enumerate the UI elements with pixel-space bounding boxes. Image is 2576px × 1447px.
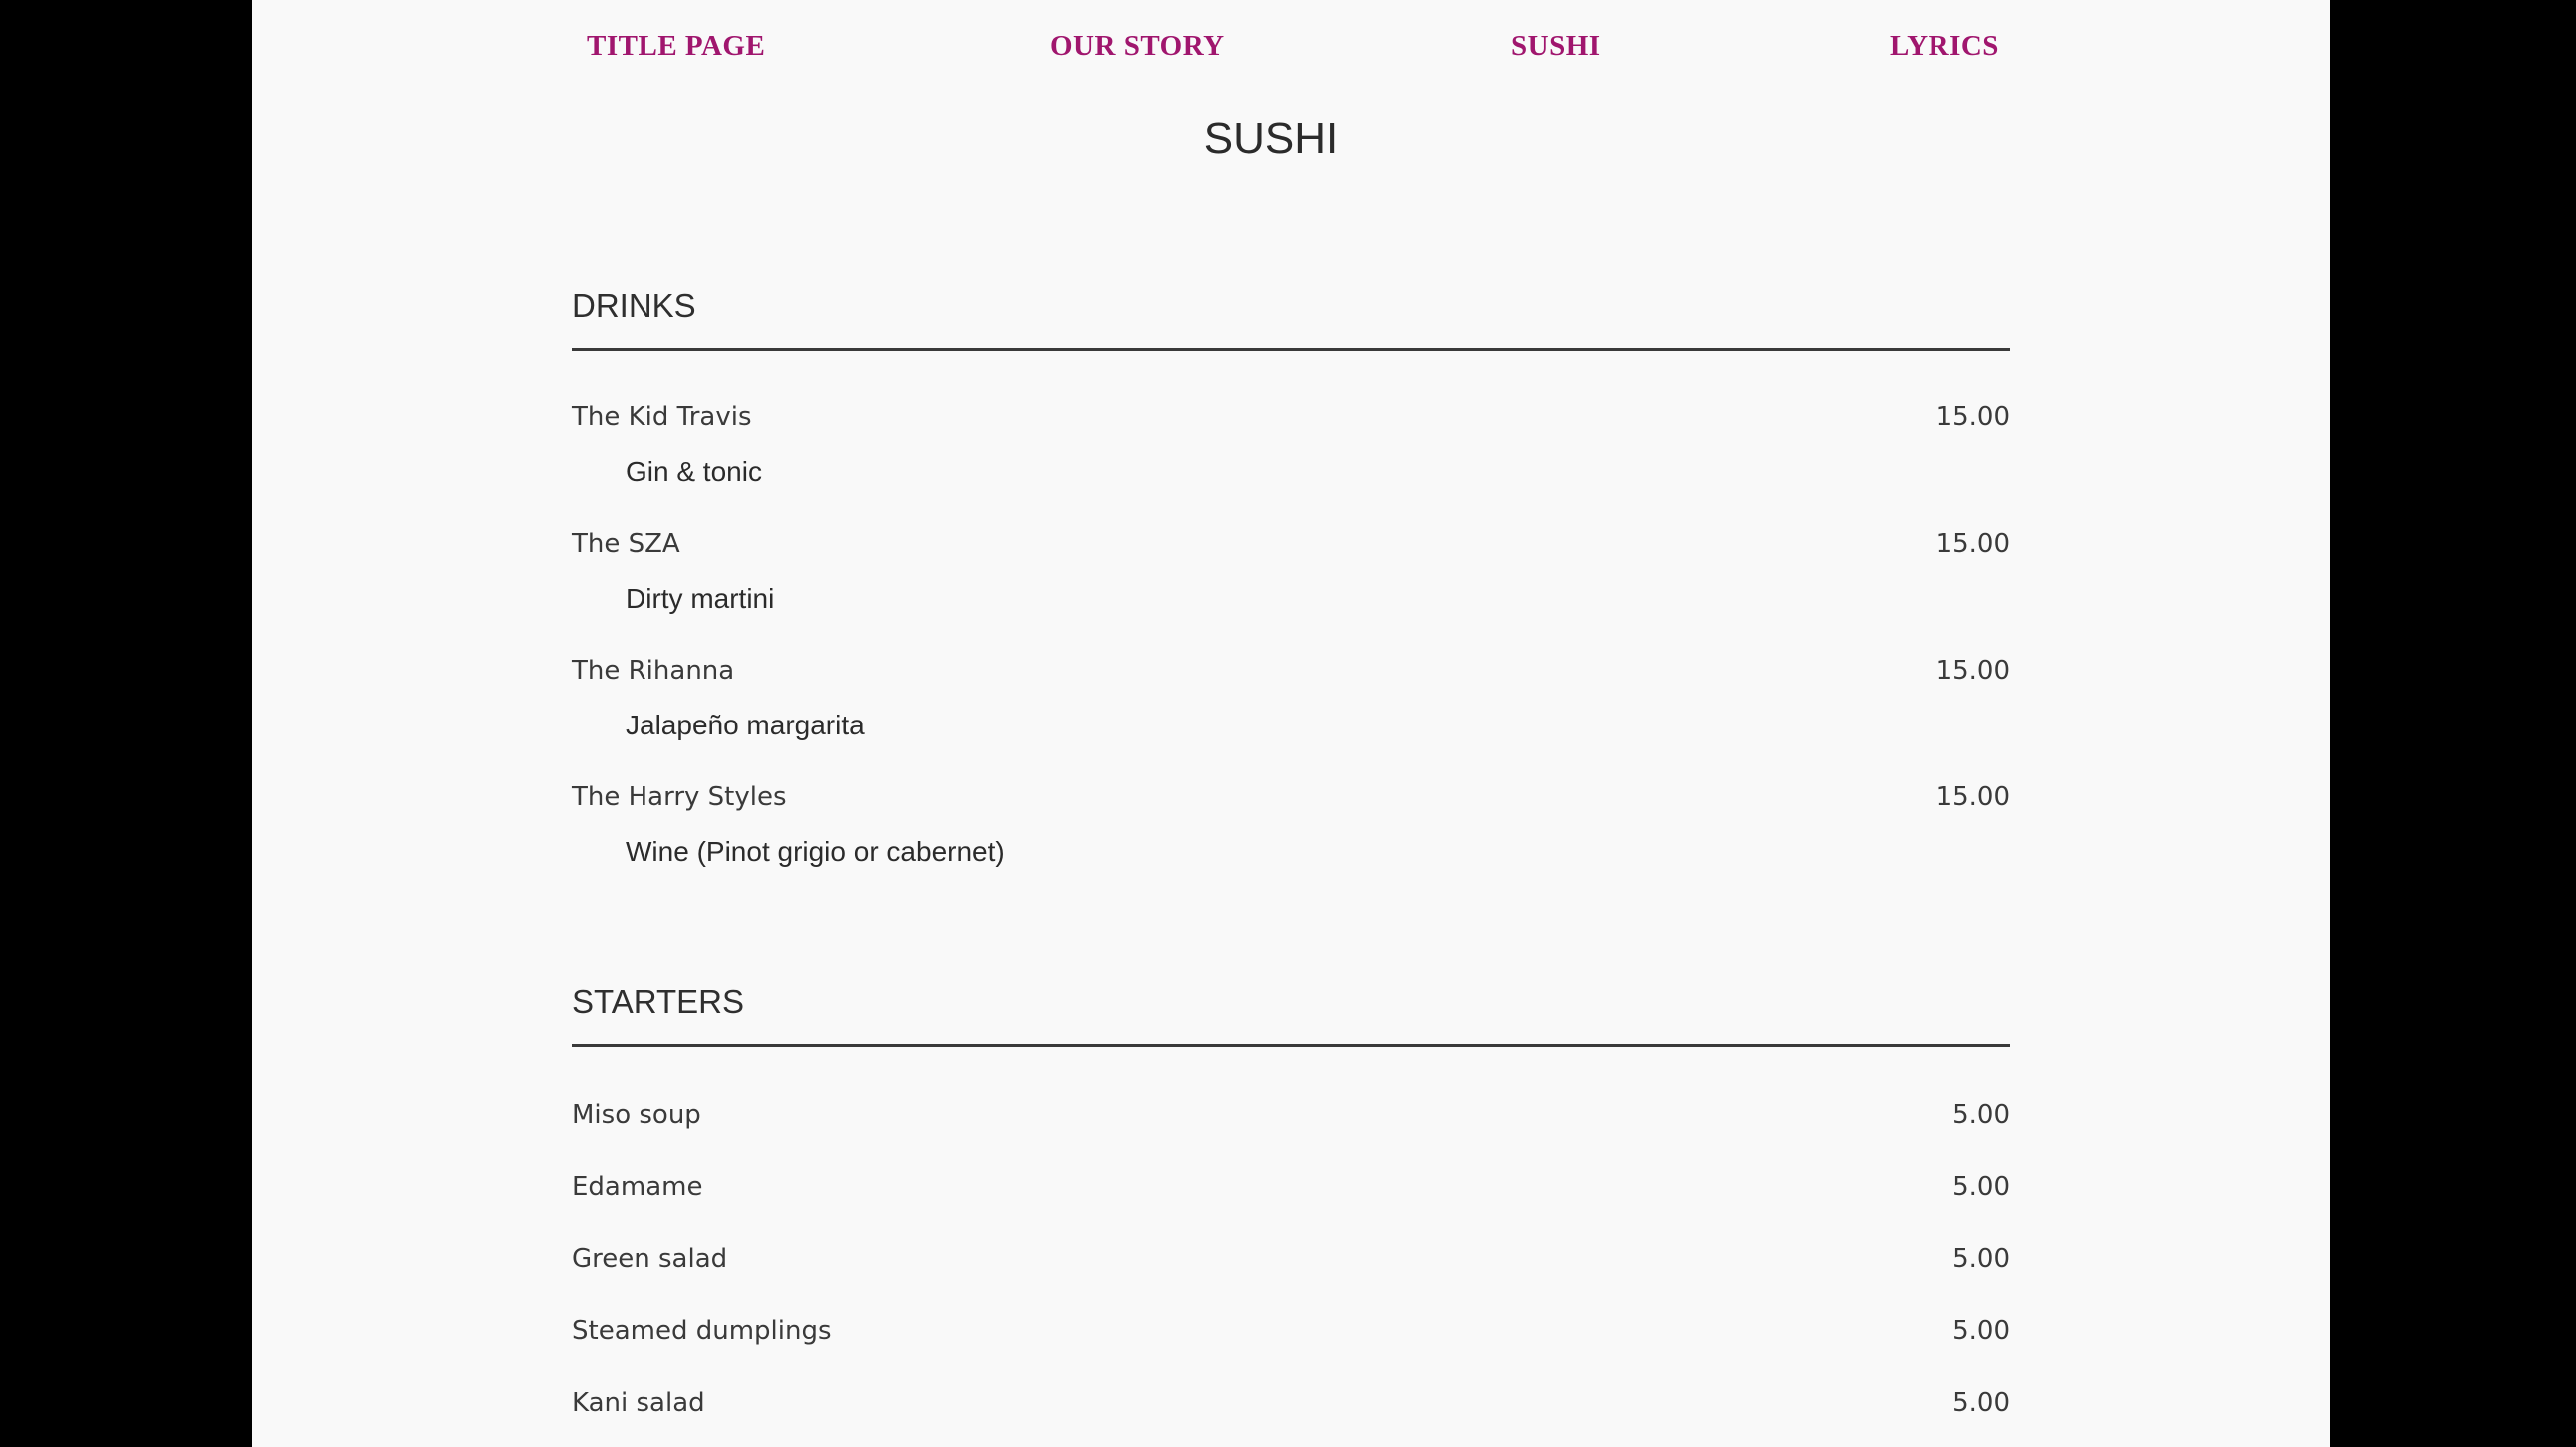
menu-item-row: Edamame 5.00 bbox=[572, 1167, 2010, 1207]
menu-item-name: Steamed dumplings bbox=[572, 1316, 832, 1346]
starters-section: STARTERS Miso soup 5.00 Edamame 5.00 Gre… bbox=[572, 982, 2010, 1423]
menu-item-row: Kani salad 5.00 bbox=[572, 1383, 2010, 1423]
menu-item-name: The Kid Travis bbox=[572, 402, 752, 432]
nav-link-lyrics[interactable]: LYRICS bbox=[1890, 30, 1999, 63]
nav-link-title-page[interactable]: TITLE PAGE bbox=[587, 30, 765, 63]
menu-item-row: Green salad 5.00 bbox=[572, 1239, 2010, 1279]
top-nav: TITLE PAGE OUR STORY SUSHI LYRICS bbox=[252, 30, 2330, 74]
menu-item-name: Kani salad bbox=[572, 1388, 705, 1418]
section-title-starters: STARTERS bbox=[572, 983, 744, 1020]
menu-item-price: 5.00 bbox=[1952, 1100, 2010, 1130]
drinks-section: DRINKS The Kid Travis 15.00 Gin & tonic … bbox=[572, 286, 2010, 872]
menu-item-row: Steamed dumplings 5.00 bbox=[572, 1311, 2010, 1351]
menu-item-name: The SZA bbox=[572, 529, 680, 559]
section-title-drinks: DRINKS bbox=[572, 287, 696, 324]
menu-item-name: Miso soup bbox=[572, 1100, 701, 1130]
menu-item-description: Dirty martini bbox=[626, 583, 775, 614]
menu-item-name: The Rihanna bbox=[572, 656, 735, 686]
menu-item-name: Edamame bbox=[572, 1172, 703, 1202]
nav-link-sushi[interactable]: SUSHI bbox=[1511, 30, 1601, 63]
menu-item-price: 15.00 bbox=[1935, 782, 2010, 812]
nav-link-our-story[interactable]: OUR STORY bbox=[1050, 30, 1225, 63]
menu-item-description: Gin & tonic bbox=[626, 456, 762, 487]
menu-item-name: Green salad bbox=[572, 1244, 728, 1274]
menu-item-row: Miso soup 5.00 bbox=[572, 1095, 2010, 1135]
page-title: SUSHI bbox=[1203, 114, 1339, 163]
menu-item-price: 5.00 bbox=[1952, 1316, 2010, 1346]
menu-item-price: 15.00 bbox=[1935, 529, 2010, 559]
menu-item-price: 15.00 bbox=[1935, 402, 2010, 432]
menu-item-name: The Harry Styles bbox=[572, 782, 787, 812]
menu-item-price: 5.00 bbox=[1952, 1388, 2010, 1418]
menu-item-description: Wine (Pinot grigio or cabernet) bbox=[626, 836, 1005, 867]
menu-item-price: 5.00 bbox=[1952, 1172, 2010, 1202]
menu-item-price: 15.00 bbox=[1935, 656, 2010, 686]
menu-item-description: Jalapeño margarita bbox=[626, 710, 865, 740]
menu-item-price: 5.00 bbox=[1952, 1244, 2010, 1274]
menu-page: TITLE PAGE OUR STORY SUSHI LYRICS SUSHI … bbox=[252, 0, 2330, 1447]
menu-item-row: The Harry Styles 15.00 bbox=[572, 777, 2010, 817]
menu-item-row: The Rihanna 15.00 bbox=[572, 651, 2010, 691]
menu-item-row: The SZA 15.00 bbox=[572, 524, 2010, 564]
menu-item-row: The Kid Travis 15.00 bbox=[572, 397, 2010, 437]
